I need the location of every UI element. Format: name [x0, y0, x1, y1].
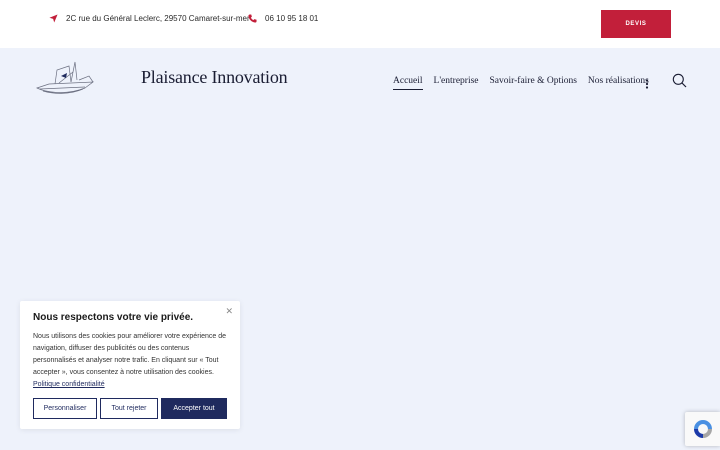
- nav-item-realisations[interactable]: Nos réalisations: [588, 76, 649, 86]
- phone-icon: [248, 13, 257, 23]
- main-nav: Accueil L'entreprise Savoir-faire & Opti…: [393, 74, 660, 90]
- site-title[interactable]: Plaisance Innovation: [141, 67, 288, 88]
- devis-button[interactable]: DEVIS: [601, 10, 671, 38]
- nav-item-entreprise[interactable]: L'entreprise: [434, 76, 479, 86]
- address-text: 2C rue du Général Leclerc, 29570 Camaret…: [66, 13, 250, 23]
- phone-info[interactable]: 06 10 95 18 01: [248, 11, 318, 25]
- nav-item-savoir-faire[interactable]: Savoir-faire & Options: [490, 76, 577, 86]
- top-bar: 2C rue du Général Leclerc, 29570 Camaret…: [0, 0, 720, 48]
- reject-all-button[interactable]: Tout rejeter: [100, 398, 158, 419]
- search-icon[interactable]: [672, 73, 687, 93]
- logo-boat-icon[interactable]: [35, 58, 97, 105]
- privacy-policy-link[interactable]: Politique confidentialité: [33, 381, 105, 388]
- recaptcha-icon[interactable]: [685, 412, 720, 446]
- cookie-text-block: Nous utilisons des cookies pour améliore…: [33, 331, 229, 391]
- close-icon[interactable]: ✕: [225, 306, 233, 317]
- nav-item-accueil[interactable]: Accueil: [393, 76, 423, 90]
- navigation-arrow-icon: [49, 13, 58, 23]
- cookie-title: Nous respectons votre vie privée.: [33, 312, 194, 323]
- cookie-consent-dialog: ✕ Nous respectons votre vie privée. Nous…: [20, 301, 240, 429]
- vertical-dots-icon[interactable]: [645, 76, 649, 94]
- customize-button[interactable]: Personnaliser: [33, 398, 97, 419]
- phone-text: 06 10 95 18 01: [265, 13, 319, 23]
- accept-all-button[interactable]: Accepter tout: [161, 398, 227, 419]
- cookie-description: Nous utilisons des cookies pour améliore…: [33, 333, 226, 376]
- address-info: 2C rue du Général Leclerc, 29570 Camaret…: [49, 11, 250, 25]
